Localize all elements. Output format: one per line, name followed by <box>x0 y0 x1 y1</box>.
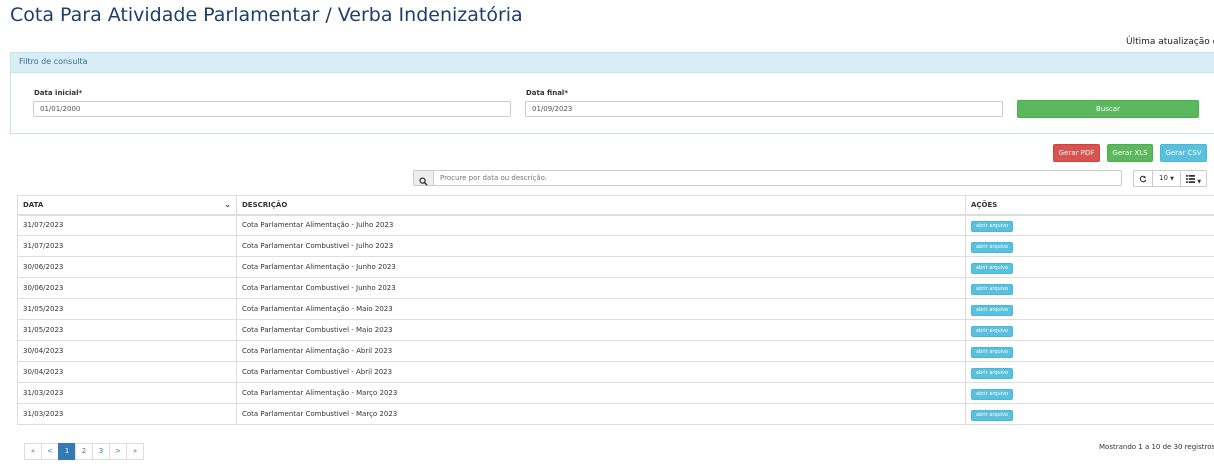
table-row: 31/07/2023 Cota Parlamentar Combustivel -… <box>17 235 1214 257</box>
row-date: 30/04/2023 <box>17 361 237 383</box>
open-file-button[interactable]: abrir arquivo <box>971 304 1014 316</box>
row-date: 30/06/2023 <box>17 277 237 299</box>
open-file-button[interactable]: abrir arquivo <box>971 367 1014 379</box>
start-date-input[interactable] <box>33 101 511 117</box>
open-file-button[interactable]: abrir arquivo <box>971 388 1014 400</box>
open-file-button[interactable]: abrir arquivo <box>971 346 1014 358</box>
caret-down-icon: ▼ <box>1170 176 1174 182</box>
page-next-button[interactable]: > <box>109 443 127 460</box>
row-actions: abrir arquivo <box>965 256 1214 278</box>
page-last-button[interactable]: » <box>126 443 144 460</box>
row-actions: abrir arquivo <box>965 235 1214 257</box>
search-button[interactable]: Buscar <box>1017 100 1199 118</box>
table-row: 31/03/2023 Cota Parlamentar Alimentação -… <box>17 382 1214 404</box>
table-search <box>413 170 1122 186</box>
page-size-select[interactable]: 10 ▼ <box>1152 170 1181 187</box>
pagination: « < 1 2 3 > » <box>24 443 144 460</box>
row-description: Cota Parlamentar Alimentação - Julho 202… <box>236 214 966 236</box>
table-row: 30/06/2023 Cota Parlamentar Combustivel -… <box>17 277 1214 299</box>
page-2-button[interactable]: 2 <box>75 443 93 460</box>
search-input[interactable] <box>433 170 1122 186</box>
page-first-button[interactable]: « <box>24 443 42 460</box>
start-date-label: Data inicial* <box>34 89 83 97</box>
row-actions: abrir arquivo <box>965 298 1214 320</box>
export-xls-button[interactable]: Gerar XLS <box>1107 144 1153 162</box>
row-date: 31/03/2023 <box>17 382 237 404</box>
row-actions: abrir arquivo <box>965 382 1214 404</box>
sort-chevron-icon: ⌄ <box>224 200 231 209</box>
table-header-row: DATA ⌄ DESCRIÇÃO AÇÕES <box>17 195 1214 216</box>
row-date: 31/05/2023 <box>17 298 237 320</box>
row-date: 31/05/2023 <box>17 319 237 341</box>
column-header-data[interactable]: DATA ⌄ <box>17 195 237 216</box>
row-date: 30/04/2023 <box>17 340 237 362</box>
page-size-value: 10 <box>1158 174 1168 182</box>
row-actions: abrir arquivo <box>965 319 1214 341</box>
row-description: Cota Parlamentar Combustivel - Maio 2023 <box>236 319 966 341</box>
page-prev-button[interactable]: < <box>41 443 59 460</box>
open-file-button[interactable]: abrir arquivo <box>971 262 1014 274</box>
caret-down-icon: ▼ <box>1197 179 1202 185</box>
column-header-descricao[interactable]: DESCRIÇÃO <box>236 195 966 216</box>
filter-panel-title: Filtro de consulta <box>11 53 1214 73</box>
row-actions: abrir arquivo <box>965 340 1214 362</box>
row-actions: abrir arquivo <box>965 403 1214 425</box>
table-row: 30/06/2023 Cota Parlamentar Alimentação -… <box>17 256 1214 278</box>
pagination-info: Mostrando 1 a 10 de 30 registros <box>1099 443 1214 451</box>
last-update-text: Última atualização e <box>1126 37 1214 47</box>
open-file-button[interactable]: abrir arquivo <box>971 409 1014 421</box>
row-date: 31/03/2023 <box>17 403 237 425</box>
open-file-button[interactable]: abrir arquivo <box>971 325 1014 337</box>
search-icon <box>413 170 434 186</box>
page-1-button[interactable]: 1 <box>58 443 76 460</box>
end-date-label: Data final* <box>526 89 568 97</box>
row-date: 31/07/2023 <box>17 235 237 257</box>
row-description: Cota Parlamentar Alimentação - Maio 2023 <box>236 298 966 320</box>
column-header-acoes: AÇÕES <box>965 195 1214 216</box>
row-actions: abrir arquivo <box>965 214 1214 236</box>
row-actions: abrir arquivo <box>965 277 1214 299</box>
row-description: Cota Parlamentar Alimentação - Junho 202… <box>236 256 966 278</box>
row-date: 30/06/2023 <box>17 256 237 278</box>
row-actions: abrir arquivo <box>965 361 1214 383</box>
columns-toggle-button[interactable]: ▼ <box>1180 170 1207 187</box>
export-csv-button[interactable]: Gerar CSV <box>1160 144 1207 162</box>
row-description: Cota Parlamentar Combustivel - Março 202… <box>236 403 966 425</box>
row-description: Cota Parlamentar Alimentação - Abril 202… <box>236 340 966 362</box>
export-pdf-button[interactable]: Gerar PDF <box>1053 144 1100 162</box>
data-table: DATA ⌄ DESCRIÇÃO AÇÕES 31/07/2023 Cota Pa… <box>17 195 1214 425</box>
open-file-button[interactable]: abrir arquivo <box>971 220 1014 232</box>
page-title: Cota Para Atividade Parlamentar / Verba … <box>10 4 523 26</box>
page-3-button[interactable]: 3 <box>92 443 110 460</box>
open-file-button[interactable]: abrir arquivo <box>971 283 1014 295</box>
table-row: 31/05/2023 Cota Parlamentar Combustivel -… <box>17 319 1214 341</box>
open-file-button[interactable]: abrir arquivo <box>971 241 1014 253</box>
refresh-button[interactable] <box>1133 170 1153 187</box>
filter-panel: Filtro de consulta Data inicial* Data fi… <box>10 52 1214 134</box>
table-row: 31/07/2023 Cota Parlamentar Alimentação -… <box>17 214 1214 236</box>
table-row: 30/04/2023 Cota Parlamentar Combustivel -… <box>17 361 1214 383</box>
end-date-input[interactable] <box>525 101 1003 117</box>
refresh-icon <box>1139 175 1147 183</box>
table-row: 31/03/2023 Cota Parlamentar Combustivel -… <box>17 403 1214 425</box>
row-description: Cota Parlamentar Alimentação - Março 202… <box>236 382 966 404</box>
columns-icon <box>1186 175 1195 183</box>
table-row: 30/04/2023 Cota Parlamentar Alimentação -… <box>17 340 1214 362</box>
row-description: Cota Parlamentar Combustivel - Julho 202… <box>236 235 966 257</box>
row-description: Cota Parlamentar Combustivel - Junho 202… <box>236 277 966 299</box>
row-description: Cota Parlamentar Combustivel - Abril 202… <box>236 361 966 383</box>
table-row: 31/05/2023 Cota Parlamentar Alimentação -… <box>17 298 1214 320</box>
row-date: 31/07/2023 <box>17 214 237 236</box>
